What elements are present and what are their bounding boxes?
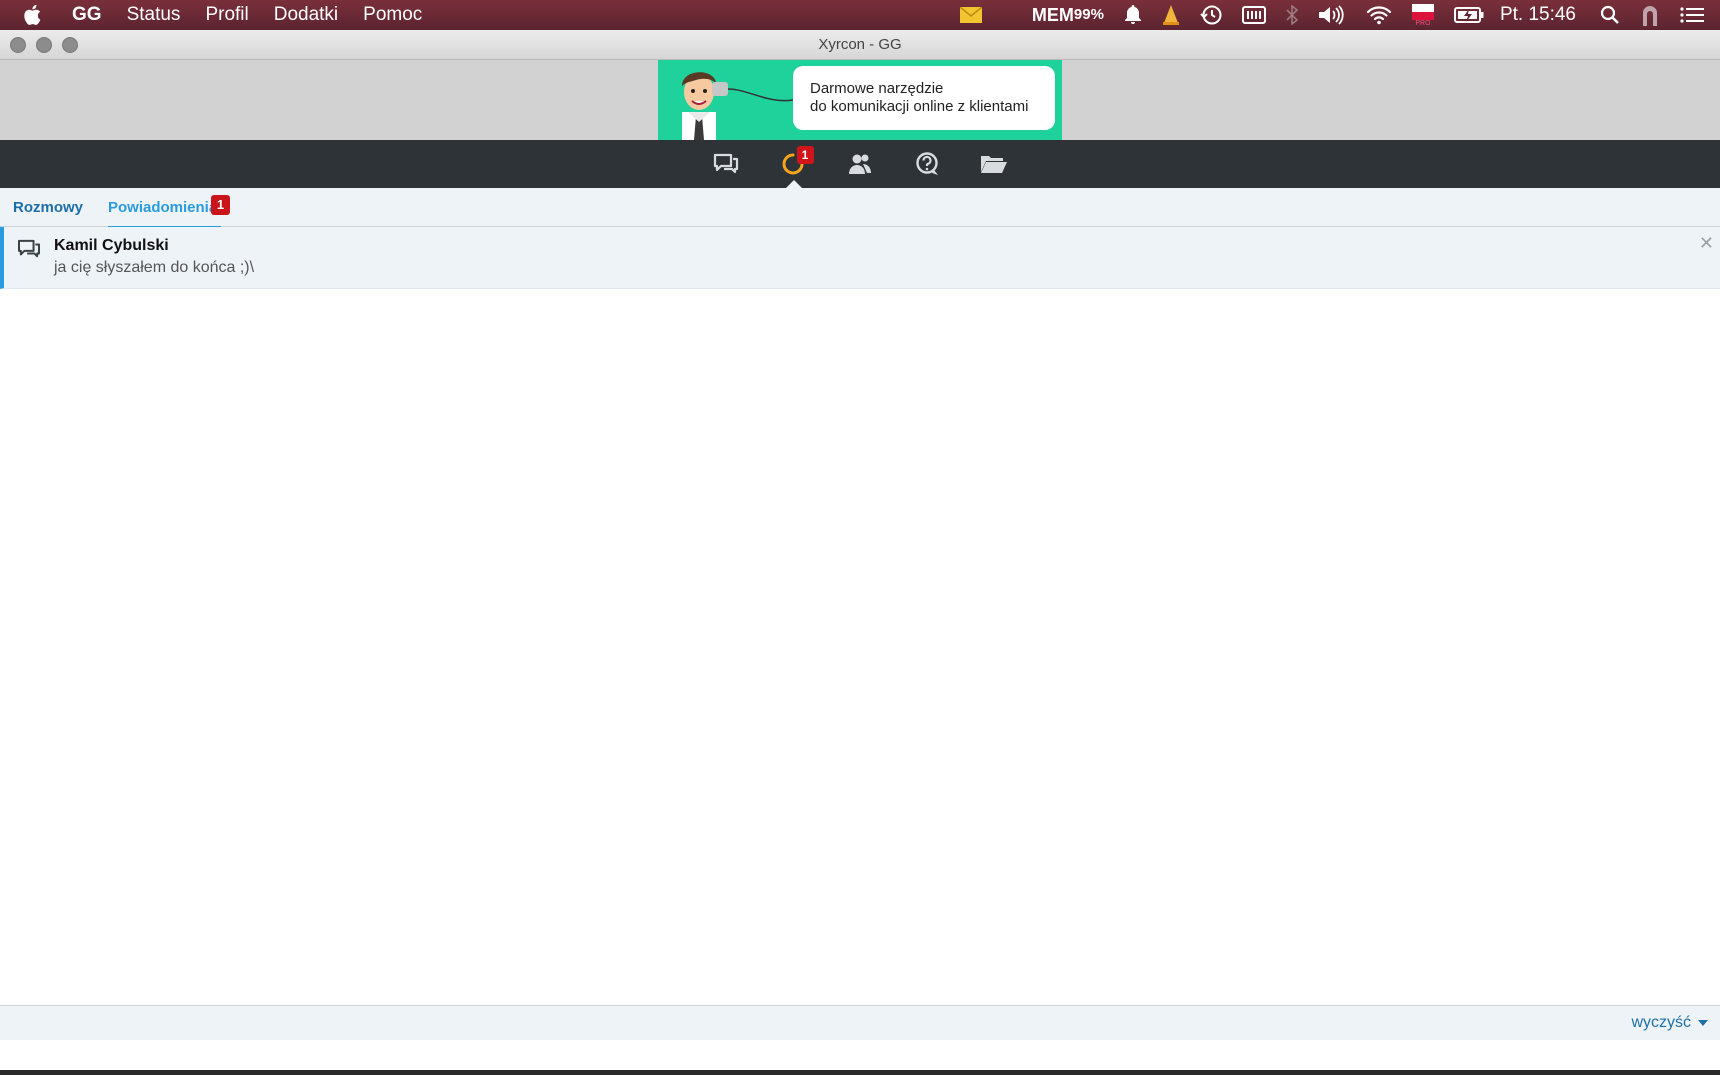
spotlight-search-icon[interactable]: [1600, 5, 1620, 25]
user-silhouette-icon[interactable]: [1640, 4, 1660, 26]
flag-label: PRO: [1415, 19, 1431, 27]
contacts-icon: [849, 154, 871, 174]
menu-dodatki[interactable]: Dodatki: [274, 4, 338, 26]
language-flag-icon[interactable]: PRO: [1411, 3, 1434, 27]
bell-icon[interactable]: [1124, 5, 1142, 25]
notification-sender: Kamil Cybulski: [54, 237, 169, 254]
chat-bubbles-icon: [713, 153, 739, 174]
mail-icon[interactable]: [959, 7, 982, 23]
notification-item[interactable]: Kamil Cybulski ja cię słyszałem do końca…: [0, 227, 1720, 289]
tab-notifications[interactable]: 1: [760, 140, 827, 188]
apple-icon[interactable]: [22, 4, 58, 26]
keyboard-icon[interactable]: [1241, 6, 1266, 24]
subtab-notifications-badge: 1: [211, 195, 230, 215]
notifications-list-empty-area: [0, 297, 1720, 1005]
dismiss-notification-icon[interactable]: ✕: [1699, 233, 1714, 254]
main-toolbar: 1: [0, 140, 1720, 188]
chevron-down-icon: [1698, 1020, 1708, 1026]
menu-status[interactable]: Status: [127, 4, 181, 26]
clear-label: wyczyść: [1631, 1014, 1691, 1031]
tab-help[interactable]: [894, 140, 961, 188]
mem-value: 99%: [1073, 6, 1104, 23]
battery-icon[interactable]: [1453, 6, 1484, 24]
ad-line-1: Darmowe narzędzie: [810, 80, 944, 97]
notifications-footer: wyczyść: [0, 1005, 1720, 1040]
subtab-notifications[interactable]: Powiadomienia 1: [108, 195, 230, 229]
folder-icon: [981, 156, 1007, 173]
ad-speech-bubble: Darmowe narzędzie do komunikacji online …: [793, 66, 1055, 130]
subtab-conversations[interactable]: Rozmowy: [13, 199, 83, 216]
ad-banner[interactable]: Darmowe narzędzie do komunikacji online …: [658, 60, 1062, 140]
system-menubar: GG Status Profil Dodatki Pomoc MEM 99% P…: [0, 0, 1720, 30]
notification-message: ja cię słyszałem do końca ;)\: [54, 259, 255, 276]
tab-conversations[interactable]: [693, 140, 760, 188]
subtab-conversations-label: Rozmowy: [13, 199, 84, 216]
window-title: Xyrcon - GG: [818, 36, 902, 53]
window-titlebar[interactable]: Xyrcon - GG: [0, 30, 1720, 60]
notification-center-icon[interactable]: [1680, 6, 1704, 24]
tab-contacts[interactable]: [827, 140, 894, 188]
notifications-subtabs: Rozmowy Powiadomienia 1: [0, 188, 1720, 229]
help-bubble-icon: [916, 152, 938, 175]
active-tab-caret: [785, 180, 802, 188]
ad-area: Darmowe narzędzie do komunikacji online …: [0, 60, 1720, 140]
clear-notifications-button[interactable]: wyczyść: [1631, 1014, 1708, 1032]
bluetooth-icon[interactable]: [1286, 5, 1298, 25]
memory-monitor[interactable]: MEM 99%: [1031, 5, 1104, 25]
wifi-icon[interactable]: [1366, 5, 1392, 25]
ad-line-2: do komunikacji online z klientami: [810, 98, 1029, 115]
volume-icon[interactable]: [1318, 5, 1346, 25]
menu-pomoc[interactable]: Pomoc: [363, 4, 422, 26]
mem-label: MEM: [1031, 5, 1074, 25]
alert-cone-icon[interactable]: [1162, 5, 1180, 25]
notifications-badge: 1: [796, 146, 814, 164]
cartoon-man-illustration: [682, 72, 794, 140]
tab-files[interactable]: [961, 140, 1028, 188]
time-machine-icon[interactable]: [1200, 4, 1222, 26]
chat-bubbles-icon: [17, 239, 40, 258]
clock[interactable]: Pt. 15:46: [1500, 4, 1576, 26]
subtab-notifications-label: Powiadomienia: [108, 199, 218, 216]
menu-app-name[interactable]: GG: [72, 4, 102, 26]
menu-profil[interactable]: Profil: [205, 4, 248, 26]
